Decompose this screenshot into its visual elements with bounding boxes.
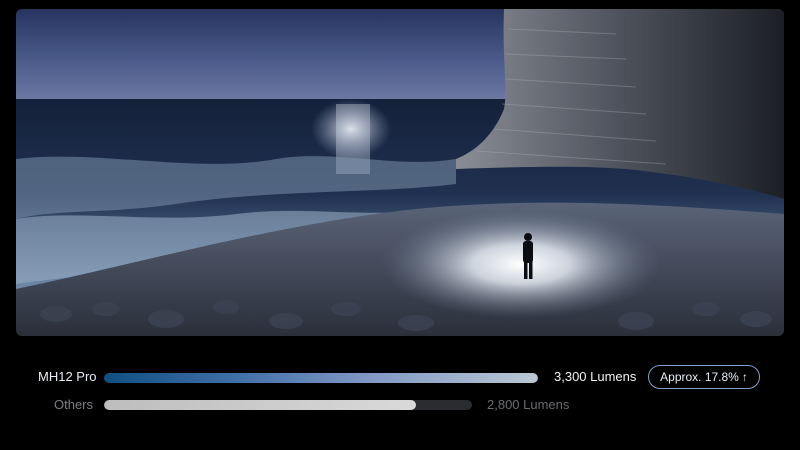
lumens-bar-track: [104, 400, 472, 410]
comparison-row-mh12-pro: MH12 Pro 3,300 Lumens Approx. 17.8% ↑: [0, 365, 800, 389]
improvement-text: Approx. 17.8%: [660, 370, 739, 384]
lumens-value: 3,300 Lumens: [554, 369, 637, 384]
product-label: MH12 Pro: [38, 369, 97, 384]
lumens-value: 2,800 Lumens: [487, 397, 570, 412]
arrow-up-icon: ↑: [741, 370, 748, 384]
comparison-row-others: Others 2,800 Lumens: [0, 393, 800, 417]
hero-photo: [16, 9, 784, 336]
competitor-label: Others: [54, 397, 94, 412]
night-beach-scene: [16, 9, 784, 336]
lumens-bar-fill: [104, 373, 538, 383]
improvement-badge: Approx. 17.8% ↑: [648, 365, 760, 389]
lumens-bar-fill: [104, 400, 417, 410]
lumens-bar-track: [104, 373, 538, 383]
